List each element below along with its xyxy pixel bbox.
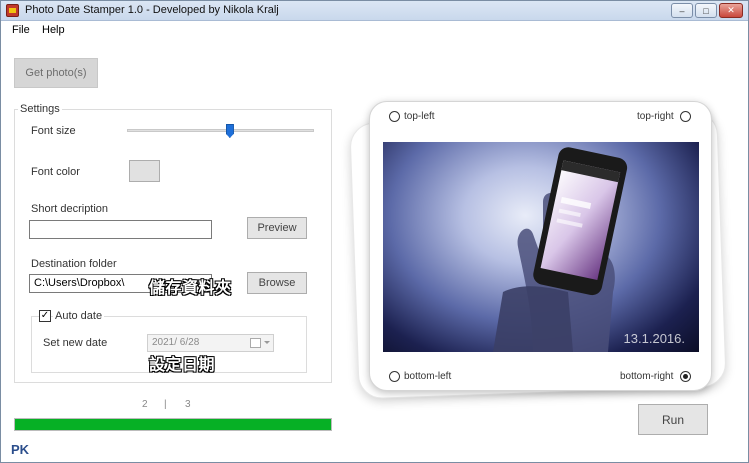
- browse-button[interactable]: Browse: [247, 272, 307, 294]
- font-color-swatch[interactable]: [129, 160, 160, 182]
- menu-help[interactable]: Help: [42, 24, 65, 36]
- radio-top-left[interactable]: [389, 111, 400, 122]
- auto-date-checkbox[interactable]: ✓: [39, 310, 51, 322]
- set-new-date-label: Set new date: [43, 337, 108, 349]
- settings-group-label: Settings: [18, 103, 62, 115]
- run-button[interactable]: Run: [638, 404, 708, 435]
- app-icon: [6, 4, 19, 17]
- watermark-text: PK: [11, 442, 30, 457]
- date-picker[interactable]: 2021/ 6/28: [147, 334, 274, 352]
- calendar-icon: [250, 338, 261, 348]
- step-current: 2: [142, 399, 148, 410]
- destination-folder-label: Destination folder: [31, 258, 117, 270]
- radio-bottom-left[interactable]: [389, 371, 400, 382]
- pk-watermark-logo: PK: [11, 442, 29, 457]
- step-separator: |: [164, 399, 167, 410]
- step-total: 3: [185, 399, 191, 410]
- maximize-button[interactable]: □: [695, 3, 717, 18]
- bottom-right-label: bottom-right: [620, 371, 674, 382]
- font-size-slider-track[interactable]: [127, 129, 314, 132]
- bottom-left-label: bottom-left: [404, 371, 452, 382]
- chevron-down-icon: [264, 341, 270, 344]
- preview-button[interactable]: Preview: [247, 217, 307, 239]
- title-bar[interactable]: Photo Date Stamper 1.0 - Developed by Ni…: [1, 1, 748, 21]
- short-description-label: Short decription: [31, 203, 109, 215]
- top-right-label: top-right: [637, 111, 674, 122]
- window-title: Photo Date Stamper 1.0 - Developed by Ni…: [25, 4, 279, 16]
- progress-fill: [15, 419, 331, 430]
- progress-bar: [14, 418, 332, 431]
- close-button[interactable]: ✕: [719, 3, 743, 18]
- minimize-button[interactable]: ‒: [671, 3, 693, 18]
- date-annotation: 設定日期: [148, 354, 216, 374]
- app-window: Photo Date Stamper 1.0 - Developed by Ni…: [0, 0, 749, 463]
- folder-annotation: 儲存資料夾: [148, 277, 232, 297]
- radio-top-right[interactable]: [680, 111, 691, 122]
- auto-date-label: Auto date: [53, 310, 105, 322]
- date-stamp-text: 13.1.2016.: [623, 331, 685, 346]
- font-size-label: Font size: [31, 125, 76, 137]
- menu-bar: File Help: [1, 22, 748, 40]
- get-photos-button[interactable]: Get photo(s): [14, 58, 98, 88]
- top-left-label: top-left: [404, 111, 435, 122]
- phone-hand-image: [493, 147, 628, 352]
- date-value: 2021/ 6/28: [152, 337, 200, 348]
- preview-photo: 13.1.2016.: [383, 142, 699, 352]
- font-color-label: Font color: [31, 166, 80, 178]
- short-description-input[interactable]: [29, 220, 212, 239]
- menu-file[interactable]: File: [12, 24, 30, 36]
- radio-bottom-right[interactable]: [680, 371, 691, 382]
